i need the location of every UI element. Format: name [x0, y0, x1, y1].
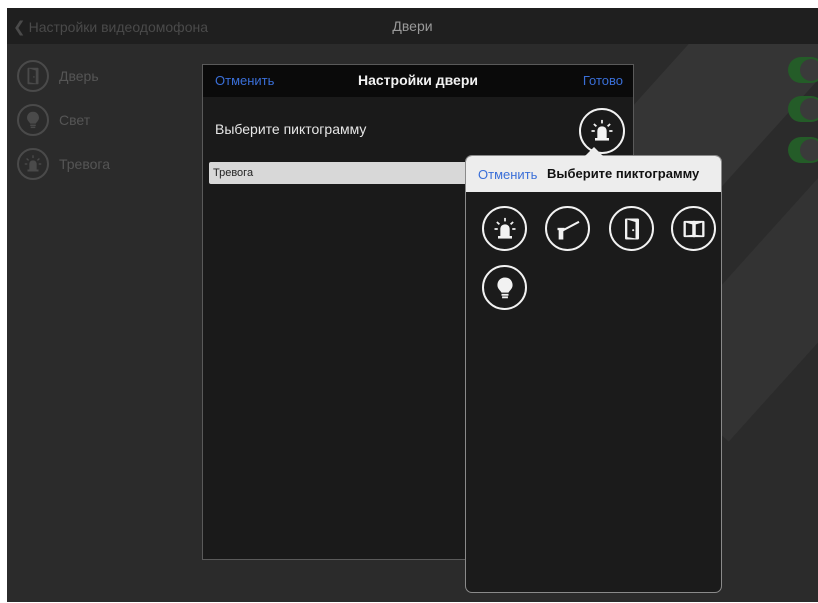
door-icon	[624, 218, 639, 239]
icon-picker-popover: Отменить Выберите пиктограмму	[465, 147, 722, 593]
page-title: Двери	[392, 18, 433, 34]
list-item-label: Свет	[59, 112, 91, 128]
alarm-enabled-toggle[interactable]	[788, 137, 818, 163]
door-enabled-toggle[interactable]	[788, 57, 818, 83]
sheet-title: Настройки двери	[357, 72, 478, 88]
siren-icon	[591, 119, 613, 141]
siren-icon	[494, 217, 515, 239]
double-door-icon	[683, 220, 704, 237]
barrier-icon	[557, 220, 579, 239]
lightbulb-icon	[496, 277, 513, 298]
door-list: Дверь Свет Тревога	[17, 54, 110, 186]
list-item-label: Тревога	[59, 156, 110, 172]
icon-row-label: Выберите пиктограмму	[215, 121, 367, 137]
icon-option-lightbulb[interactable]	[482, 265, 527, 310]
sheet-header: Отменить Настройки двери Готово	[203, 65, 633, 97]
siren-icon	[17, 148, 49, 180]
icon-option-barrier[interactable]	[545, 206, 590, 251]
done-button[interactable]: Готово	[583, 73, 623, 88]
icon-option-door[interactable]	[609, 206, 654, 251]
light-enabled-toggle[interactable]	[788, 96, 818, 122]
lightbulb-icon	[17, 104, 49, 136]
icon-option-siren[interactable]	[482, 206, 527, 251]
list-item-light[interactable]: Свет	[17, 98, 110, 142]
popover-header: Отменить Выберите пиктограмму	[466, 156, 721, 192]
door-icon	[17, 60, 49, 92]
list-item-door[interactable]: Дверь	[17, 54, 110, 98]
popover-title: Выберите пиктограмму	[547, 166, 700, 181]
list-item-label: Дверь	[59, 68, 99, 84]
nav-bar: ❮ Настройки видеодомофона Двери	[7, 8, 818, 44]
list-item-alarm[interactable]: Тревога	[17, 142, 110, 186]
icon-option-double-door[interactable]	[671, 206, 716, 251]
popover-arrow	[585, 147, 603, 156]
popover-cancel-button[interactable]: Отменить	[478, 167, 537, 182]
